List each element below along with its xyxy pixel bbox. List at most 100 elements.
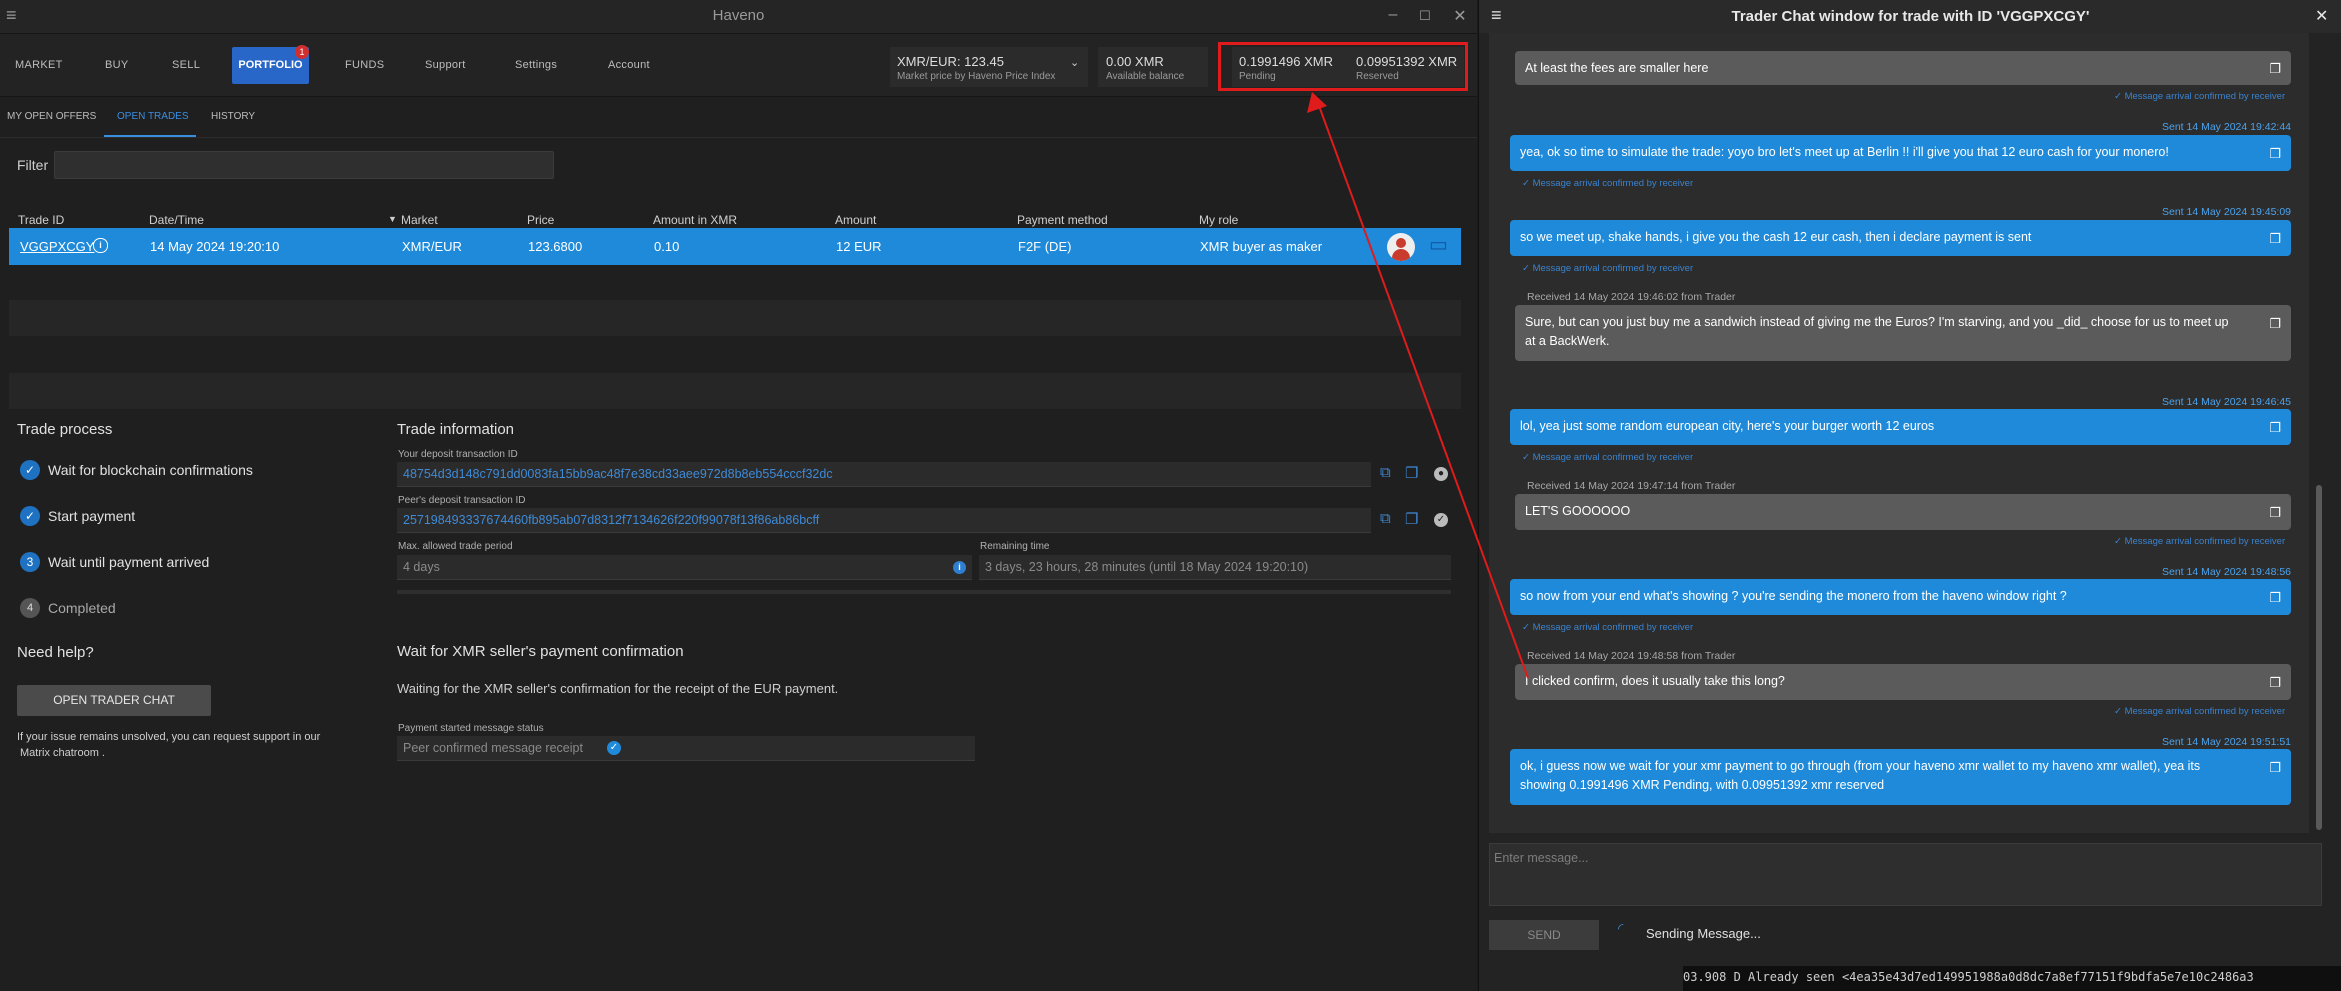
message-text: yea, ok so time to simulate the trade: y…: [1520, 145, 2169, 159]
message-ack: ✓ Message arrival confirmed by receiver: [1522, 178, 1693, 189]
message-input-placeholder: Enter message...: [1494, 851, 1589, 865]
column-header[interactable]: Market: [401, 213, 438, 227]
message-ack: ✓ Message arrival confirmed by receiver: [2114, 91, 2285, 102]
balance-value: 0.00 XMR: [1106, 54, 1164, 69]
nav-funds[interactable]: FUNDS: [345, 59, 384, 71]
trade-date: 14 May 2024 19:20:10: [150, 239, 280, 254]
chat-scrollbar[interactable]: [2316, 485, 2322, 830]
market-price-selector[interactable]: XMR/EUR: 123.45 Market price by Haveno P…: [890, 47, 1088, 87]
step-label: Wait until payment arrived: [48, 554, 210, 570]
column-header[interactable]: Price: [527, 213, 554, 227]
check-icon: ✓: [2114, 536, 2125, 547]
tab-my-open-offers[interactable]: MY OPEN OFFERS: [7, 111, 96, 122]
nav-support[interactable]: Support: [425, 59, 466, 71]
empty-row: [9, 373, 1461, 409]
deposit-tx-field[interactable]: 48754d3d148c791dd0083fa15bb9ac48f7e38cd3…: [397, 462, 1371, 487]
progress-bar: [397, 590, 1451, 594]
chat-message: so now from your end what's showing ? yo…: [1510, 579, 2291, 615]
copy-icon[interactable]: ❐: [2269, 673, 2281, 692]
message-text: ok, i guess now we wait for your xmr pay…: [1520, 759, 2201, 773]
info-icon[interactable]: i: [953, 561, 966, 574]
message-timestamp: Sent 14 May 2024 19:51:51: [2161, 736, 2291, 748]
info-icon[interactable]: i: [93, 238, 108, 253]
copy-icon[interactable]: ❐: [2269, 144, 2281, 163]
column-header[interactable]: Amount: [835, 213, 876, 227]
message-text: I clicked confirm, does it usually take …: [1525, 674, 1785, 688]
annotation-highlight-box: [1218, 42, 1468, 91]
filter-label: Filter: [17, 157, 49, 173]
field-label: Peer's deposit transaction ID: [398, 495, 526, 506]
copy-icon[interactable]: ❐: [2269, 503, 2281, 522]
message-timestamp: Received 14 May 2024 19:47:14 from Trade…: [1527, 480, 1736, 492]
message-timestamp: Sent 14 May 2024 19:48:56: [2161, 566, 2291, 578]
nav-market[interactable]: MARKET: [15, 59, 63, 71]
message-ack: ✓ Message arrival confirmed by receiver: [2114, 706, 2285, 717]
column-header[interactable]: Date/Time: [149, 213, 204, 227]
nav-buy[interactable]: BUY: [105, 59, 129, 71]
portfolio-subtabs: MY OPEN OFFERS OPEN TRADES HISTORY: [0, 97, 1477, 138]
trade-amount: 12 EUR: [836, 239, 882, 254]
copy-icon[interactable]: ❐: [2269, 229, 2281, 248]
avatar[interactable]: [1387, 233, 1415, 261]
trade-id-link[interactable]: VGGPXCGY: [20, 239, 94, 254]
message-timestamp: Received 14 May 2024 19:48:58 from Trade…: [1527, 650, 1736, 662]
filter-input[interactable]: [54, 151, 554, 179]
peer-deposit-tx-field[interactable]: 257198493337674460fb895ab07d8312f7134626…: [397, 508, 1371, 533]
copy-icon[interactable]: ❐: [2269, 588, 2281, 607]
nav-sell[interactable]: SELL: [172, 59, 200, 71]
wait-title: Wait for XMR seller's payment confirmati…: [397, 643, 684, 660]
copy-icon[interactable]: ❐: [1405, 464, 1418, 482]
maximize-icon[interactable]: ☐: [1415, 8, 1435, 24]
chat-titlebar: ≡ Trader Chat window for trade with ID '…: [1479, 0, 2341, 33]
peer-deposit-tx-id[interactable]: 257198493337674460fb895ab07d8312f7134626…: [403, 513, 819, 527]
check-icon: ✓: [1522, 622, 1533, 633]
send-button[interactable]: SEND: [1489, 920, 1599, 950]
column-header[interactable]: My role: [1199, 213, 1238, 227]
empty-row: [9, 300, 1461, 336]
message-text: so now from your end what's showing ? yo…: [1520, 589, 2067, 603]
spinner-icon: ◜: [1618, 920, 1624, 936]
copy-icon[interactable]: ❐: [2269, 758, 2281, 777]
message-text: so we meet up, shake hands, i give you t…: [1520, 230, 2032, 244]
ack-text: Message arrival confirmed by receiver: [2124, 91, 2286, 102]
step-number: 4: [20, 598, 40, 618]
copy-icon[interactable]: ❐: [2269, 59, 2281, 78]
chat-message-list[interactable]: At least the fees are smaller here ❐ ✓ M…: [1489, 33, 2309, 833]
tab-open-trades[interactable]: OPEN TRADES: [117, 111, 189, 122]
trade-amount-xmr: 0.10: [654, 239, 680, 254]
column-header[interactable]: Amount in XMR: [653, 213, 737, 227]
message-input[interactable]: Enter message...: [1489, 843, 2322, 906]
terminal-line: 03.908 D Already seen <4ea35e43d7ed14995…: [1683, 970, 2254, 984]
ack-text: Message arrival confirmed by receiver: [1532, 452, 1694, 463]
column-header[interactable]: Payment method: [1017, 213, 1108, 227]
open-trader-chat-button[interactable]: OPEN TRADER CHAT: [17, 685, 211, 716]
check-icon: ✓: [2114, 91, 2125, 102]
minimize-icon[interactable]: –: [1383, 6, 1403, 24]
available-balance: 0.00 XMR Available balance: [1098, 47, 1208, 87]
market-price-value: XMR/EUR: 123.45: [897, 54, 1004, 69]
message-text: at a BackWerk.: [1525, 334, 1610, 348]
copy-icon[interactable]: ❐: [2269, 418, 2281, 437]
close-icon[interactable]: ✕: [1450, 6, 1470, 26]
column-header[interactable]: Trade ID: [18, 213, 64, 227]
external-link-icon[interactable]: ⧉: [1380, 464, 1391, 481]
nav-settings[interactable]: Settings: [515, 59, 557, 71]
copy-icon[interactable]: ❐: [1405, 510, 1418, 528]
ack-text: Message arrival confirmed by receiver: [2124, 536, 2286, 547]
external-link-icon[interactable]: ⧉: [1380, 510, 1391, 527]
tab-history[interactable]: HISTORY: [211, 111, 255, 122]
message-timestamp: Sent 14 May 2024 19:42:44: [2161, 121, 2291, 133]
deposit-tx-id[interactable]: 48754d3d148c791dd0083fa15bb9ac48f7e38cd3…: [403, 467, 833, 481]
matrix-chatroom-link[interactable]: Matrix chatroom .: [20, 747, 105, 759]
copy-icon[interactable]: ❐: [2269, 314, 2281, 333]
nav-account[interactable]: Account: [608, 59, 650, 71]
trade-price: 123.6800: [528, 239, 583, 254]
ack-text: Message arrival confirmed by receiver: [1532, 622, 1694, 633]
window-title: Haveno: [712, 7, 765, 24]
chat-icon[interactable]: ▭: [1429, 232, 1448, 257]
table-row[interactable]: VGGPXCGY i 14 May 2024 19:20:10 XMR/EUR …: [9, 228, 1461, 265]
trade-payment-method: F2F (DE): [1018, 239, 1072, 254]
status-icon: ●: [1434, 467, 1448, 481]
step-label: Wait for blockchain confirmations: [48, 462, 253, 478]
close-icon[interactable]: ✕: [2315, 6, 2328, 26]
